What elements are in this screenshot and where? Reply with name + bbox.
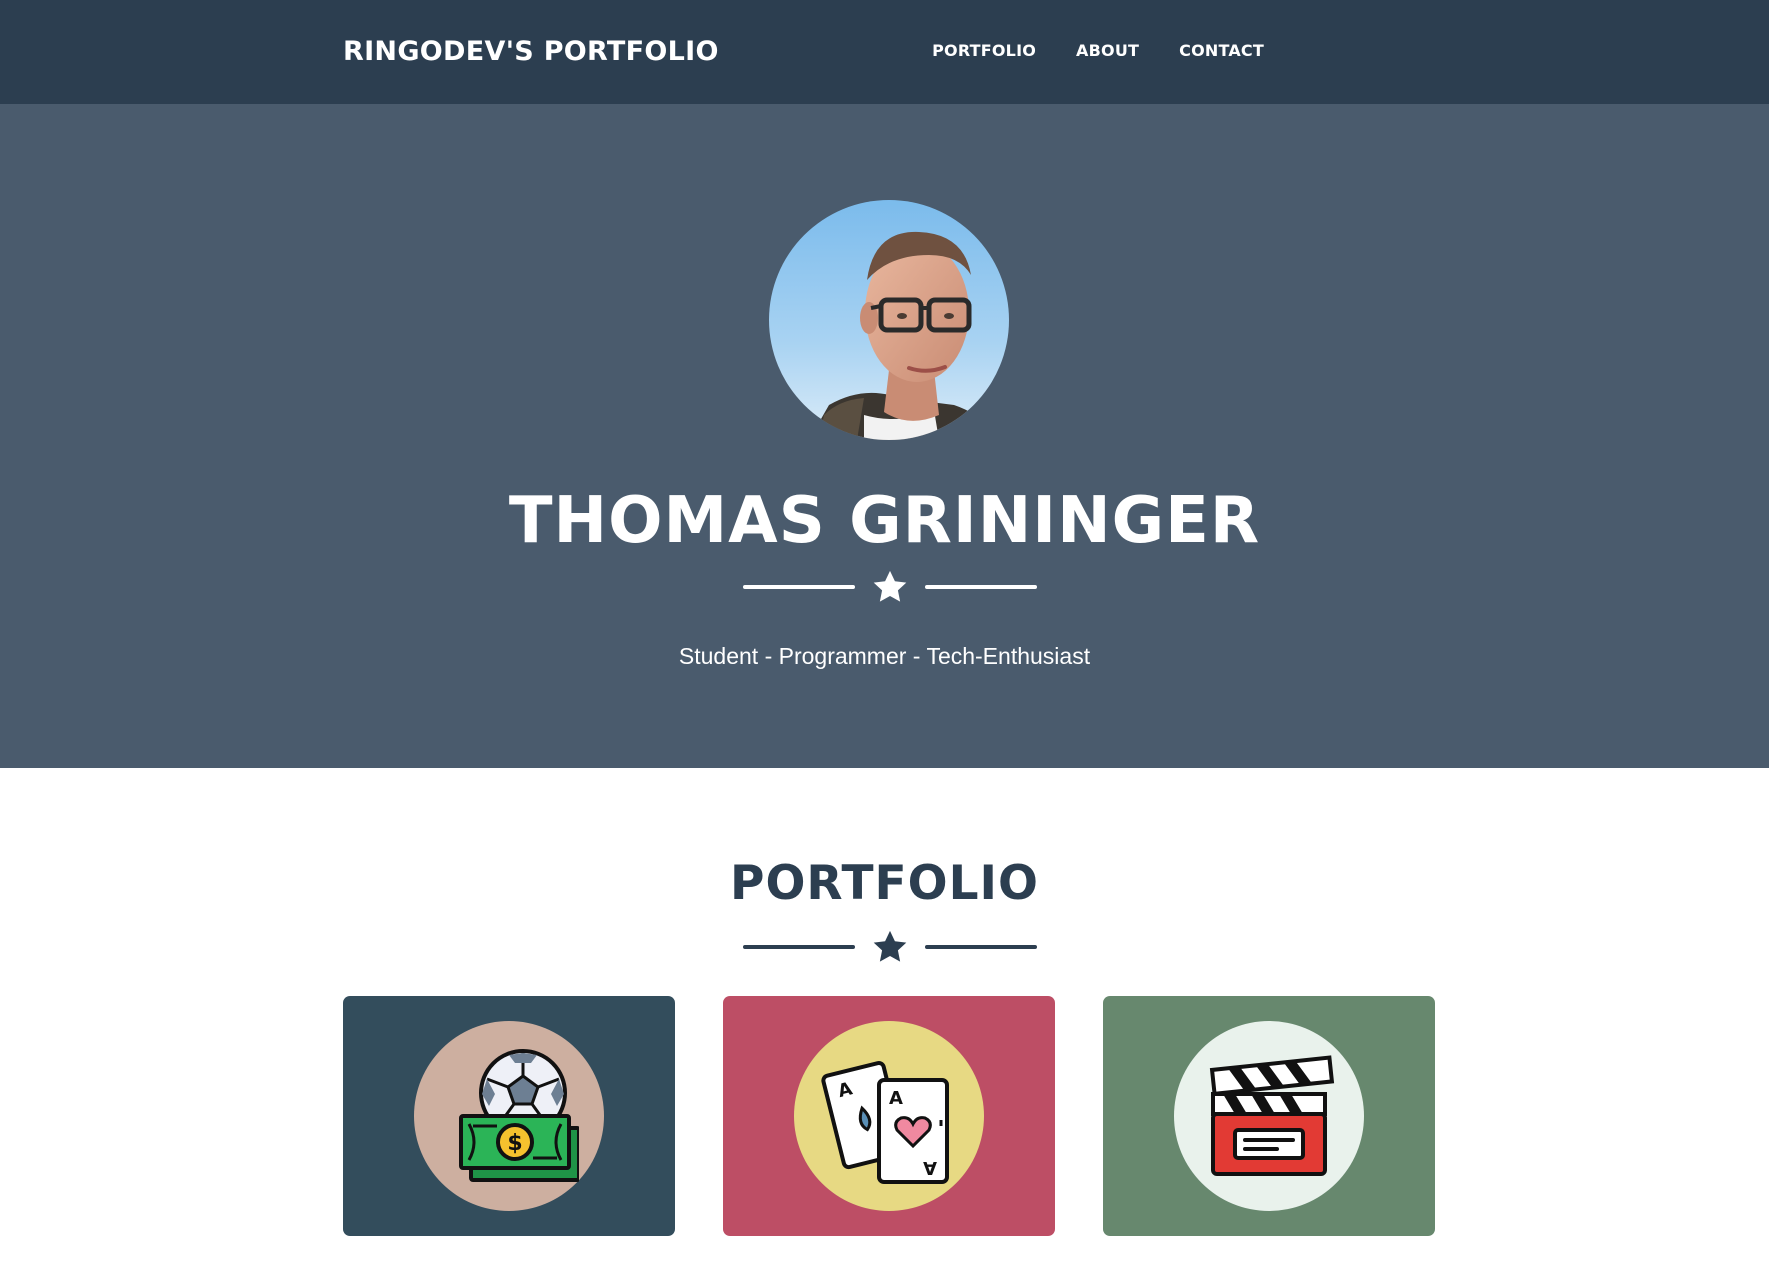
hero-name: THOMAS GRININGER: [508, 484, 1261, 558]
divider-line-left: [743, 585, 855, 589]
svg-text:A: A: [923, 1157, 937, 1178]
divider-line-right: [925, 585, 1037, 589]
nav-link-about[interactable]: ABOUT: [1076, 38, 1139, 64]
divider-line-left: [743, 945, 855, 949]
portfolio-item-betting[interactable]: $: [343, 996, 675, 1236]
navbar: RINGODEV'S PORTFOLIO PORTFOLIO ABOUT CON…: [0, 0, 1769, 104]
nav-links: PORTFOLIO ABOUT CONTACT: [932, 38, 1264, 64]
portfolio-divider: [743, 927, 1037, 967]
hero-tagline: Student - Programmer - Tech-Enthusiast: [678, 643, 1091, 669]
svg-text:$: $: [507, 1131, 522, 1156]
portfolio-title: PORTFOLIO: [730, 856, 1039, 911]
avatar: [769, 200, 1009, 440]
hero-section: THOMAS GRININGER Student - Programmer - …: [0, 104, 1769, 768]
nav-link-portfolio[interactable]: PORTFOLIO: [932, 38, 1036, 64]
soccer-money-icon: $: [459, 1049, 579, 1182]
svg-text:A: A: [889, 1088, 903, 1109]
star-icon: [873, 570, 907, 602]
brand-link[interactable]: RINGODEV'S PORTFOLIO: [343, 34, 719, 70]
star-icon: [873, 930, 907, 962]
divider-line-right: [925, 945, 1037, 949]
portfolio-item-cards[interactable]: A A A: [723, 996, 1055, 1236]
clapperboard-icon: [1209, 1055, 1335, 1176]
playing-cards-icon: A A A: [821, 1060, 949, 1184]
hero-divider: [743, 567, 1037, 607]
nav-link-contact[interactable]: CONTACT: [1179, 38, 1264, 64]
portfolio-item-movies[interactable]: [1103, 996, 1435, 1236]
